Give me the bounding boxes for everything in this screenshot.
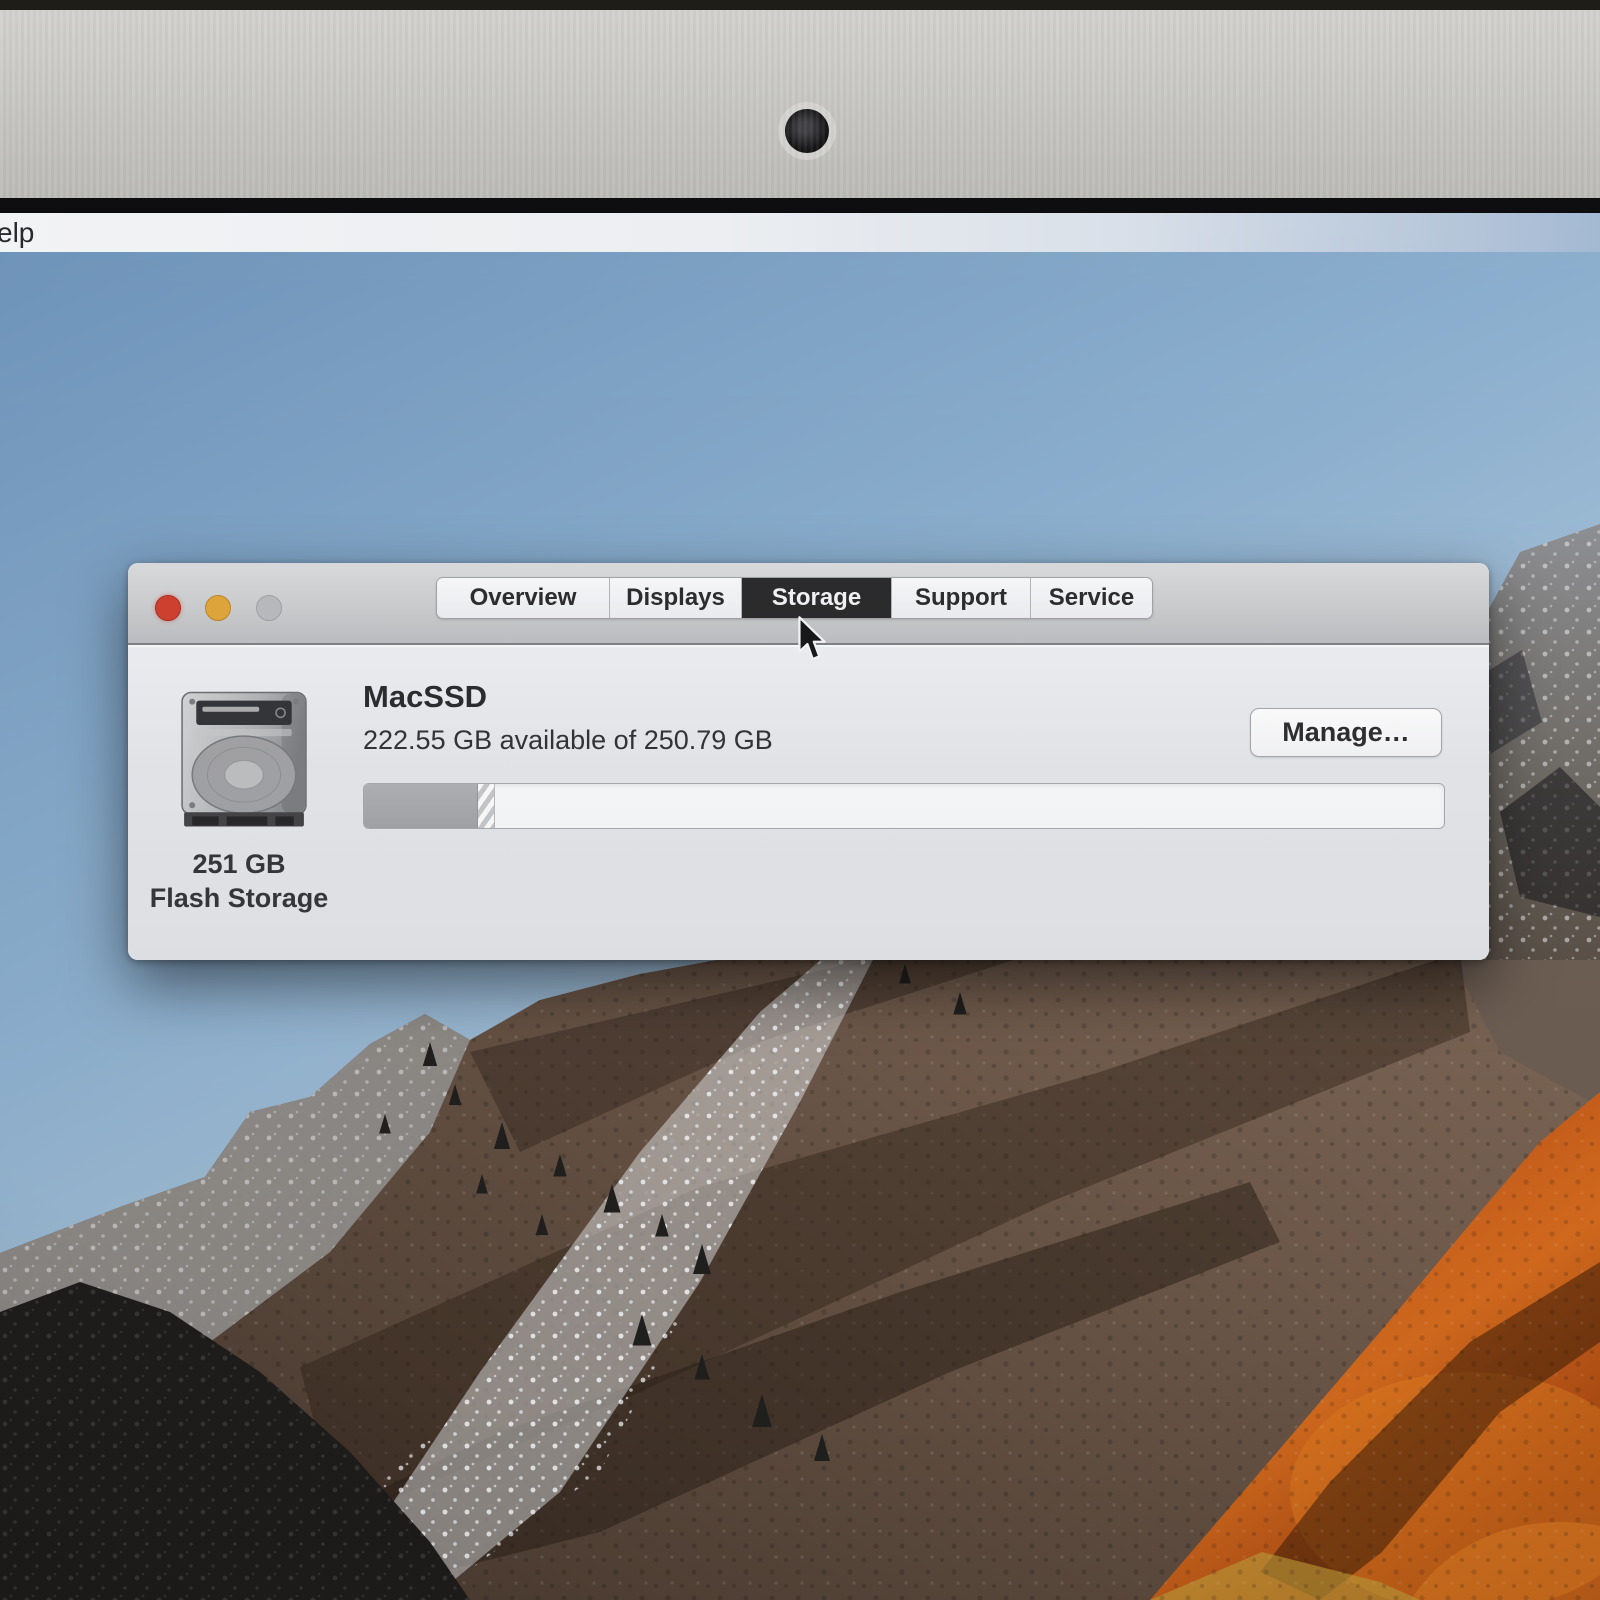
menu-item-help-partial[interactable]: elp	[0, 217, 34, 249]
laptop-bezel	[0, 10, 1600, 198]
minimize-button[interactable]	[205, 595, 231, 621]
menu-bar: elp	[0, 213, 1600, 253]
volume-name: MacSSD	[363, 679, 487, 715]
traffic-lights	[155, 595, 302, 621]
storage-panel: 251 GB Flash Storage MacSSD 222.55 GB av…	[128, 645, 1489, 960]
close-button[interactable]	[155, 595, 181, 621]
photo-frame: elp	[0, 0, 1600, 1600]
zoom-button[interactable]	[256, 595, 282, 621]
laptop-lid-edge	[0, 0, 1600, 10]
tab-storage[interactable]: Storage	[741, 578, 891, 618]
manage-button[interactable]: Manage…	[1250, 708, 1442, 757]
storage-usage-bar	[363, 783, 1445, 829]
mouse-cursor-icon	[795, 615, 829, 663]
webcam-dot	[785, 109, 829, 153]
tab-overview[interactable]: Overview	[437, 578, 609, 618]
disk-capacity-label: 251 GB	[144, 849, 334, 880]
tab-service[interactable]: Service	[1030, 578, 1152, 618]
availability-text: 222.55 GB available of 250.79 GB	[363, 725, 773, 756]
storage-bar-used	[364, 784, 478, 828]
disk-type-label: Flash Storage	[144, 883, 334, 914]
tab-support[interactable]: Support	[891, 578, 1030, 618]
screen-black-border	[0, 198, 1600, 213]
tab-bar: Overview Displays Storage Support Servic…	[436, 577, 1153, 619]
hard-drive-icon	[178, 690, 310, 828]
tab-displays[interactable]: Displays	[609, 578, 741, 618]
storage-bar-purgeable	[478, 784, 494, 828]
